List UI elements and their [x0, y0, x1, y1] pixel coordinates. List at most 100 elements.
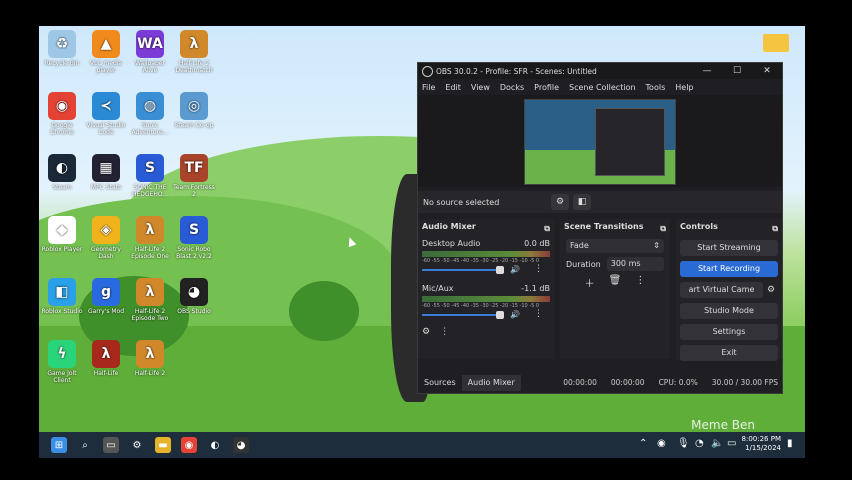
obs-window[interactable]: OBS 30.0.2 - Profile: SFR - Scenes: Unti…: [417, 62, 783, 394]
cpu-usage: CPU: 0.0%: [658, 378, 698, 387]
clock[interactable]: 8:00:26 PM 1/15/2024: [742, 435, 781, 453]
desktop-shortcut[interactable]: λ Half-Life 2 Episode One: [127, 216, 173, 260]
battery-icon[interactable]: ▭: [727, 438, 736, 449]
start-streaming-button[interactable]: Start Streaming: [680, 240, 778, 256]
show-hidden-icons-icon[interactable]: ⌃: [639, 438, 647, 449]
mixer-settings-gear-icon[interactable]: ⚙: [422, 327, 430, 337]
virtual-camera-gear-icon[interactable]: ⚙: [767, 285, 779, 295]
exit-button[interactable]: Exit: [680, 345, 778, 361]
transition-more-icon[interactable]: ⋮: [635, 275, 645, 290]
settings-button[interactable]: Settings: [680, 324, 778, 340]
mixer-more-icon[interactable]: ⋮: [440, 327, 449, 337]
desktop-shortcut[interactable]: λ Half-Life 2 Deathmatch: [171, 30, 217, 74]
close-button[interactable]: ✕: [752, 63, 782, 79]
preview-canvas[interactable]: [524, 99, 676, 185]
desktop-shortcut[interactable]: ◍ Sonic Adventure...: [127, 92, 173, 136]
desktop-shortcut[interactable]: ◈ Geometry Dash: [83, 216, 129, 260]
meter-scale: -60 -55 -50 -45 -40 -35 -30 -25 -20 -15 …: [422, 303, 540, 309]
scene-transitions-title: Scene Transitions ⧉: [560, 219, 670, 235]
menu-help[interactable]: Help: [675, 83, 693, 92]
desktop-shortcut[interactable]: ◎ Steam Co-op: [171, 92, 217, 129]
desktop-shortcut[interactable]: ≺ Visual Studio Code: [83, 92, 129, 136]
desktop-shortcut-label: Half-Life 2 Deathmatch: [175, 60, 213, 74]
studio-mode-button[interactable]: Studio Mode: [680, 303, 778, 319]
source-properties-gear-icon[interactable]: ⚙: [551, 194, 569, 210]
controls-title: Controls ⧉: [676, 219, 782, 235]
desktop-shortcut-label: Roblox Player: [41, 246, 83, 253]
speaker-icon[interactable]: 🔊: [510, 310, 520, 319]
mixer-track-desktop: Desktop Audio 0.0 dB -60 -55 -50 -45 -40…: [418, 239, 554, 274]
menu-edit[interactable]: Edit: [445, 83, 461, 92]
volume-slider-handle[interactable]: [496, 266, 504, 274]
menu-scene-collection[interactable]: Scene Collection: [569, 83, 636, 92]
obs-titlebar[interactable]: OBS 30.0.2 - Profile: SFR - Scenes: Unti…: [418, 63, 782, 79]
remove-transition-icon[interactable]: 🗑: [609, 275, 622, 290]
more-options-icon[interactable]: ⋮: [534, 264, 543, 274]
volume-slider[interactable]: 🔊 ⋮: [422, 264, 550, 274]
desktop-shortcut[interactable]: ◧ Roblox Studio: [39, 278, 85, 315]
volume-slider-handle[interactable]: [496, 311, 504, 319]
rec-time: 00:00:00: [563, 378, 597, 387]
desktop-shortcut[interactable]: λ Half-Life 2 Episode Two: [127, 278, 173, 322]
desktop-shortcut[interactable]: ◕ OBS Studio: [171, 278, 217, 315]
volume-tray-icon[interactable]: 🔈: [711, 438, 723, 449]
menu-view[interactable]: View: [471, 83, 490, 92]
desktop-shortcut[interactable]: ▲ VLC media player: [83, 30, 129, 74]
desktop-shortcut[interactable]: λ Half-Life 2: [127, 340, 173, 377]
more-options-icon[interactable]: ⋮: [534, 309, 543, 319]
roblox-studio-icon: ◧: [48, 278, 76, 306]
steam-icon[interactable]: ◐: [207, 437, 223, 453]
discord-tray-icon[interactable]: ◉: [657, 438, 666, 449]
transition-select[interactable]: Fade ⇕: [566, 239, 664, 253]
duration-input[interactable]: 300 ms: [606, 257, 664, 271]
folder-icon[interactable]: [763, 34, 789, 52]
desktop-shortcut-label: Steam Co-op: [174, 122, 214, 129]
maximize-button[interactable]: ☐: [722, 63, 752, 79]
menu-file[interactable]: File: [422, 83, 435, 92]
desktop-shortcut[interactable]: g Garry's Mod: [83, 278, 129, 315]
desktop-shortcut[interactable]: ◉ Google Chrome: [39, 92, 85, 136]
search-icon[interactable]: ⌕: [77, 437, 93, 453]
wifi-icon[interactable]: ◔: [695, 438, 704, 449]
menu-profile[interactable]: Profile: [534, 83, 559, 92]
vlc-icon: ▲: [92, 30, 120, 58]
desktop-shortcut[interactable]: λ Half-Life: [83, 340, 129, 377]
undock-icon[interactable]: ⧉: [772, 221, 778, 237]
desktop-shortcut[interactable]: ϟ Game Jolt Client: [39, 340, 85, 384]
start-virtual-camera-button[interactable]: art Virtual Came: [680, 282, 763, 298]
undock-icon[interactable]: ⧉: [660, 221, 666, 237]
source-toolbar: No source selected ⚙ ◧: [418, 191, 782, 213]
desktop-shortcut-label: Wallpaper Alive: [134, 60, 165, 74]
obs-icon[interactable]: ◕: [233, 437, 249, 453]
desktop-shortcut[interactable]: WA Wallpaper Alive: [127, 30, 173, 74]
preview-area[interactable]: [418, 95, 782, 187]
desktop-shortcut[interactable]: TF Team Fortress 2: [171, 154, 217, 198]
menu-tools[interactable]: Tools: [646, 83, 666, 92]
desktop-shortcut-label: Team Fortress 2: [173, 184, 215, 198]
file-explorer-icon[interactable]: ▬: [155, 437, 171, 453]
desktop-shortcut[interactable]: ◐ Steam: [39, 154, 85, 191]
desktop-shortcut[interactable]: ▦ MPC Stats: [83, 154, 129, 191]
chrome-icon[interactable]: ◉: [181, 437, 197, 453]
volume-slider[interactable]: 🔊 ⋮: [422, 309, 550, 319]
desktop-shortcut[interactable]: ◆ Roblox Player: [39, 216, 85, 253]
settings-icon[interactable]: ⚙: [129, 437, 145, 453]
menu-docks[interactable]: Docks: [500, 83, 524, 92]
minimize-button[interactable]: —: [692, 63, 722, 79]
transition-selected: Fade: [570, 241, 589, 250]
source-filters-icon[interactable]: ◧: [573, 194, 591, 210]
start-recording-button[interactable]: Start Recording: [680, 261, 778, 277]
volume-meter: [422, 251, 550, 257]
desktop-shortcut[interactable]: ♻ Recycle Bin: [39, 30, 85, 67]
desktop-shortcut-label: Garry's Mod: [87, 308, 125, 315]
speaker-icon[interactable]: 🔊: [510, 265, 520, 274]
notifications-icon[interactable]: ▮: [787, 438, 793, 449]
undock-icon[interactable]: ⧉: [544, 221, 550, 237]
mic-tray-icon[interactable]: 🎙: [677, 438, 690, 449]
task-view-icon[interactable]: ▭: [103, 437, 119, 453]
no-source-label: No source selected: [423, 197, 500, 207]
desktop-shortcut[interactable]: S Sonic Robo Blast 2 v2.2: [171, 216, 217, 260]
add-transition-icon[interactable]: ＋: [585, 275, 595, 290]
start-icon[interactable]: ⊞: [51, 437, 67, 453]
desktop-shortcut[interactable]: S SONIC THE HEDGEHO...: [127, 154, 173, 198]
